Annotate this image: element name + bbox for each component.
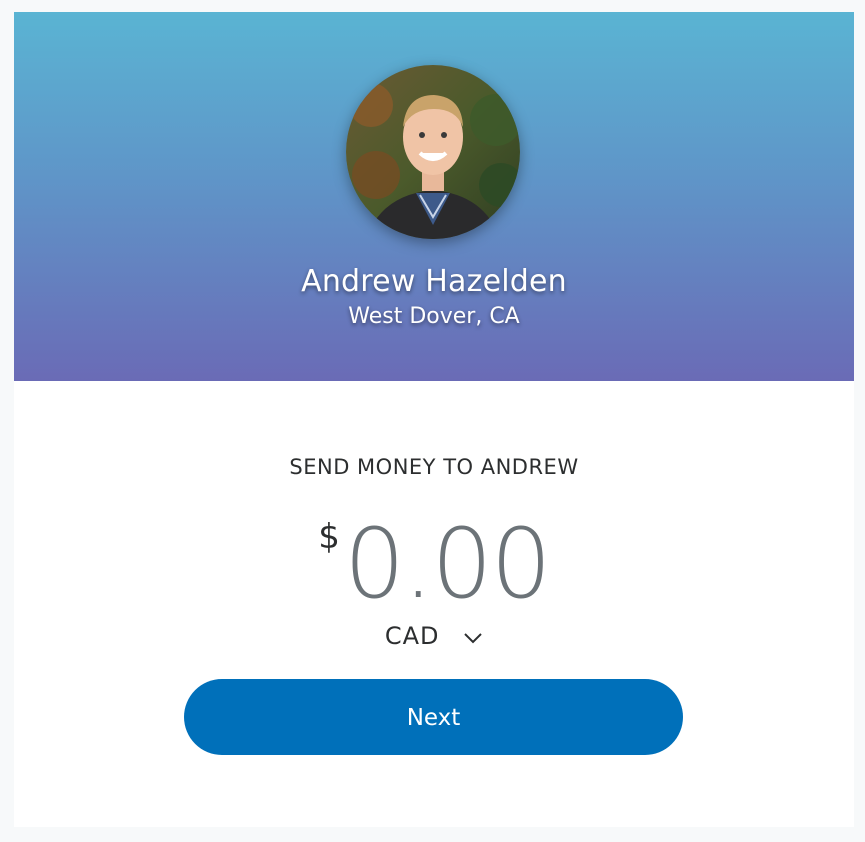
next-button[interactable]: Next bbox=[184, 679, 683, 755]
profile-location: West Dover, CA bbox=[348, 304, 520, 329]
amount-row: $0.00 bbox=[14, 509, 854, 619]
amount-input[interactable]: 0.00 bbox=[344, 509, 552, 619]
avatar bbox=[346, 65, 520, 239]
currency-symbol: $ bbox=[318, 517, 340, 557]
send-money-title: SEND MONEY TO ANDREW bbox=[289, 455, 579, 479]
currency-code: CAD bbox=[384, 622, 440, 650]
profile-header: Andrew Hazelden West Dover, CA bbox=[14, 12, 854, 381]
send-money-card: Andrew Hazelden West Dover, CA SEND MONE… bbox=[14, 12, 854, 827]
profile-name: Andrew Hazelden bbox=[301, 264, 567, 299]
currency-select[interactable]: CAD bbox=[14, 621, 854, 650]
chevron-down-icon bbox=[463, 622, 483, 650]
